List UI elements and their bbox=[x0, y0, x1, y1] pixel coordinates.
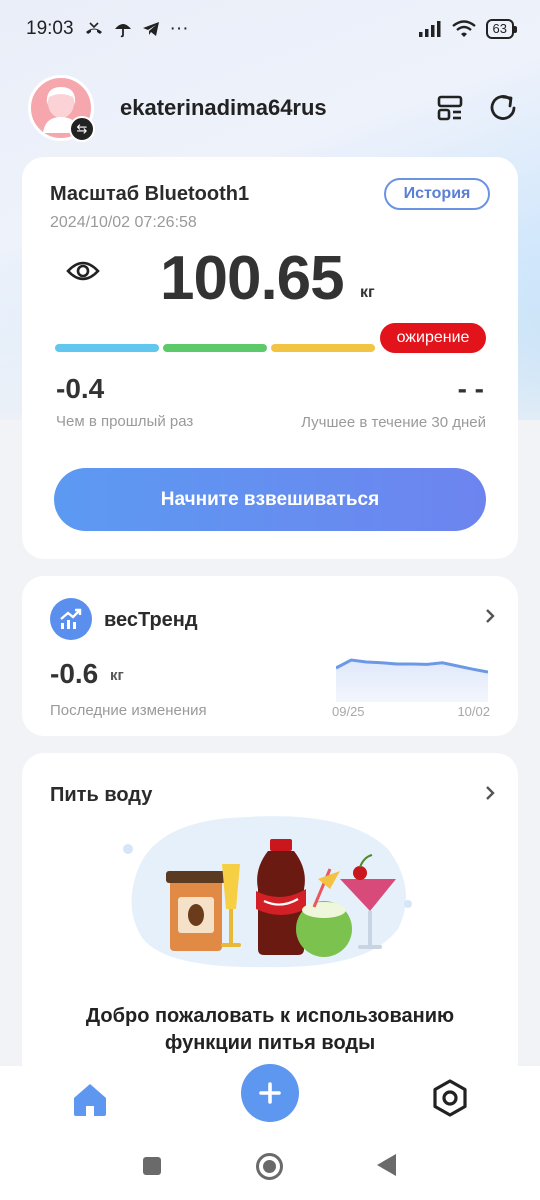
drinks-illustration bbox=[123, 816, 412, 968]
signal-icon bbox=[418, 21, 441, 37]
telegram-icon bbox=[142, 22, 159, 36]
trend-value: -0.6 bbox=[50, 658, 99, 689]
drink-water-card[interactable]: Пить воду Добро пожаловать к использован… bbox=[22, 753, 518, 1083]
water-welcome-text: Добро пожаловать к использованию функции… bbox=[85, 1005, 455, 1054]
avatar[interactable]: ⇆ bbox=[28, 75, 95, 142]
scale-card: Масштаб Bluetooth1 2024/10/02 07:26:58 И… bbox=[22, 157, 518, 559]
trend-up-icon bbox=[50, 598, 92, 640]
settings-icon[interactable] bbox=[430, 1078, 470, 1118]
refresh-icon[interactable] bbox=[488, 93, 518, 123]
chevron-right-icon[interactable] bbox=[484, 784, 496, 802]
bmi-segment-underweight bbox=[55, 344, 159, 352]
scale-name: Масштаб Bluetooth1 bbox=[50, 183, 250, 205]
best-value: - - bbox=[457, 373, 484, 404]
trend-date-end: 10/02 bbox=[457, 704, 490, 719]
layout-settings-icon[interactable] bbox=[436, 94, 464, 122]
chevron-right-icon[interactable] bbox=[484, 607, 496, 625]
trend-date-start: 09/25 bbox=[332, 704, 365, 719]
back-button[interactable] bbox=[377, 1154, 396, 1176]
profile-header: ⇆ ekaterinadima64rus bbox=[28, 74, 518, 142]
battery-indicator: 63 bbox=[485, 19, 518, 39]
weight-trend-card[interactable]: весТренд -0.6 кг Последние изменения 09/… bbox=[22, 576, 518, 736]
trend-label: Последние изменения bbox=[50, 702, 207, 719]
weight-value: 100.65 bbox=[160, 244, 345, 313]
clock: 19:03 bbox=[26, 18, 74, 39]
status-badge: ожирение bbox=[380, 323, 486, 353]
trend-title: весТренд bbox=[104, 609, 198, 631]
bmi-segment-overweight bbox=[271, 344, 375, 352]
more-notifications: ··· bbox=[169, 18, 189, 39]
eye-icon[interactable] bbox=[66, 259, 100, 283]
switch-user-icon[interactable]: ⇆ bbox=[69, 116, 95, 142]
start-weighing-button[interactable]: Начните взвешиваться bbox=[54, 468, 486, 531]
bmi-segment-normal bbox=[163, 344, 267, 352]
status-bar: 19:03 ··· 63 bbox=[0, 0, 540, 58]
best-label: Лучшее в течение 30 дней bbox=[301, 414, 486, 431]
add-button[interactable] bbox=[241, 1064, 299, 1122]
missed-call-icon bbox=[85, 22, 102, 34]
trend-unit: кг bbox=[110, 667, 124, 684]
delta-label: Чем в прошлый раз bbox=[56, 413, 194, 430]
weight-unit: кг bbox=[360, 284, 375, 301]
measurement-datetime: 2024/10/02 07:26:58 bbox=[50, 214, 197, 231]
home-icon[interactable] bbox=[70, 1080, 110, 1120]
wifi-icon bbox=[451, 20, 476, 37]
plus-icon bbox=[259, 1082, 281, 1104]
delta-value: -0.4 bbox=[56, 373, 105, 404]
bottom-navigation bbox=[0, 1064, 540, 1140]
water-title: Пить воду bbox=[50, 784, 153, 806]
home-system-button[interactable] bbox=[256, 1153, 283, 1180]
system-navigation bbox=[0, 1140, 540, 1200]
username: ekaterinadima64rus bbox=[120, 95, 327, 120]
umbrella-icon bbox=[114, 24, 131, 38]
recent-apps-button[interactable] bbox=[143, 1157, 161, 1175]
trend-sparkline bbox=[336, 658, 488, 702]
history-button[interactable]: История bbox=[384, 178, 490, 210]
